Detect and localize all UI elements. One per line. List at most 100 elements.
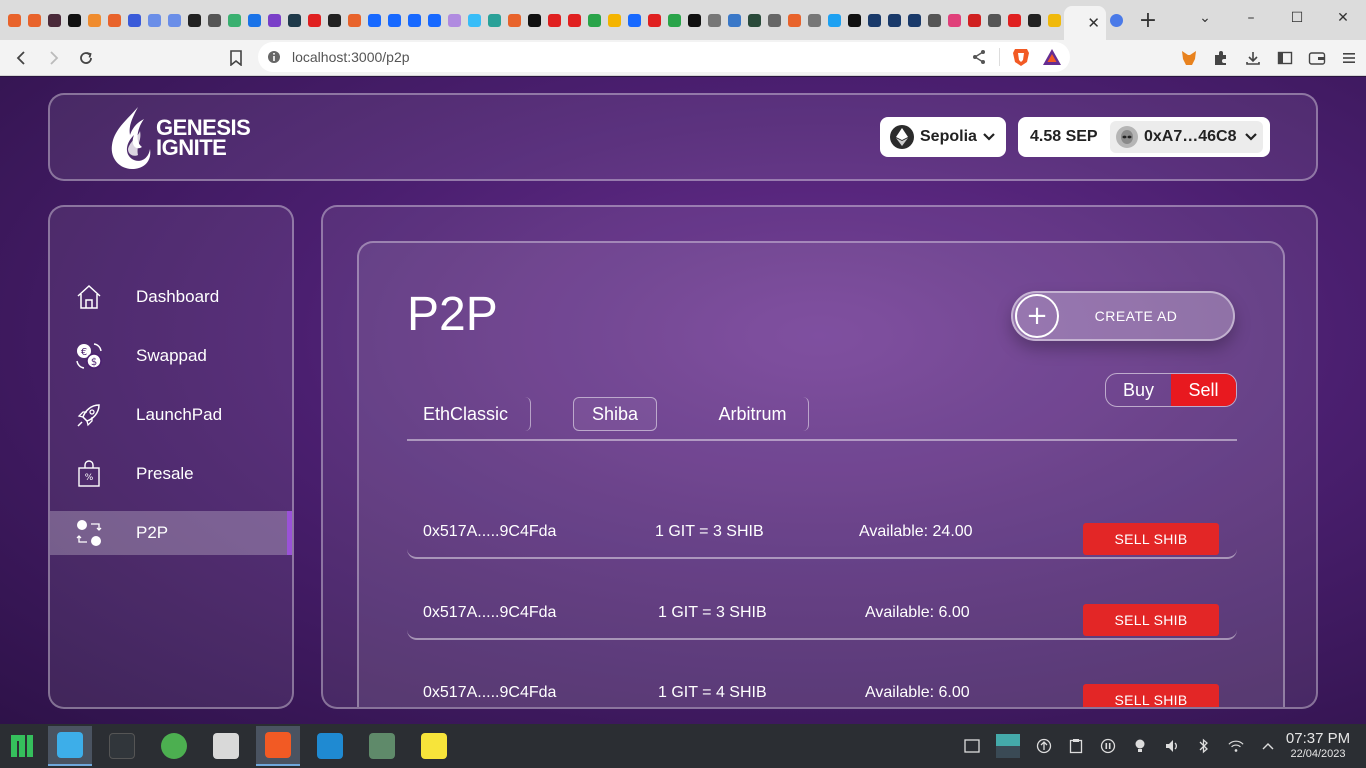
share-icon[interactable] [971, 49, 987, 65]
close-tab-icon[interactable]: ✕ [1087, 14, 1100, 32]
browser-tab[interactable] [904, 0, 924, 40]
browser-tab[interactable] [324, 0, 344, 40]
taskbar-vscode-icon[interactable] [308, 726, 352, 766]
forward-icon[interactable] [38, 42, 70, 74]
browser-tab[interactable] [164, 0, 184, 40]
browser-tab[interactable] [944, 0, 964, 40]
browser-tab[interactable] [924, 0, 944, 40]
sell-shib-button[interactable]: SELL SHIB [1083, 523, 1219, 555]
browser-tab[interactable] [524, 0, 544, 40]
browser-tab[interactable] [304, 0, 324, 40]
metamask-icon[interactable] [1180, 49, 1198, 67]
tab-search-icon[interactable]: ⌄ [1182, 10, 1228, 26]
browser-tab[interactable] [4, 0, 24, 40]
brave-shields-icon[interactable] [1012, 47, 1030, 67]
browser-tab[interactable] [1106, 0, 1126, 40]
minimize-icon[interactable]: – [1228, 10, 1274, 26]
extensions-puzzle-icon[interactable] [1212, 49, 1230, 67]
sidebar-item-launchpad[interactable]: LaunchPad [50, 393, 292, 437]
browser-tab[interactable] [824, 0, 844, 40]
browser-tab[interactable] [364, 0, 384, 40]
workspace-pager-icon[interactable] [996, 734, 1020, 758]
browser-tab[interactable] [1004, 0, 1024, 40]
browser-tab[interactable] [144, 0, 164, 40]
network-selector[interactable]: Sepolia [880, 117, 1006, 157]
wifi-icon[interactable] [1228, 738, 1244, 754]
updates-icon[interactable] [1036, 738, 1052, 754]
genesis-ignite-logo[interactable]: GENESIS IGNITE [108, 105, 251, 171]
account-chip[interactable]: 0xA7…46C8 [1110, 121, 1263, 153]
browser-tab[interactable] [284, 0, 304, 40]
browser-tab[interactable] [264, 0, 284, 40]
taskbar-system-monitor-icon[interactable] [360, 726, 404, 766]
night-light-icon[interactable] [1132, 738, 1148, 754]
browser-tab[interactable] [684, 0, 704, 40]
tab-shiba[interactable]: Shiba [573, 397, 657, 431]
browser-tab[interactable] [344, 0, 364, 40]
browser-tab[interactable] [724, 0, 744, 40]
wallet-icon[interactable] [1308, 49, 1326, 67]
browser-tab[interactable] [24, 0, 44, 40]
wallet-connect-button[interactable]: 4.58 SEP 0xA7…46C8 [1018, 117, 1270, 157]
browser-tab[interactable] [624, 0, 644, 40]
sidebar-item-swappad[interactable]: € $ Swappad [50, 334, 292, 378]
browser-tab[interactable] [384, 0, 404, 40]
browser-tab[interactable] [424, 0, 444, 40]
sell-shib-button[interactable]: SELL SHIB [1083, 684, 1219, 707]
browser-tab[interactable] [404, 0, 424, 40]
bookmark-icon[interactable] [220, 42, 252, 74]
new-tab-button[interactable]: + [1126, 0, 1170, 40]
browser-tab[interactable] [864, 0, 884, 40]
browser-tab[interactable] [224, 0, 244, 40]
taskbar-xampp-icon[interactable] [204, 726, 248, 766]
browser-tab[interactable] [44, 0, 64, 40]
volume-icon[interactable] [1164, 738, 1180, 754]
taskbar-downloader-icon[interactable] [152, 726, 196, 766]
browser-tab[interactable] [884, 0, 904, 40]
browser-tab[interactable] [184, 0, 204, 40]
browser-tab[interactable] [244, 0, 264, 40]
taskbar-notes-icon[interactable] [412, 726, 456, 766]
tray-expand-icon[interactable] [1260, 738, 1276, 754]
brave-rewards-icon[interactable] [1042, 48, 1062, 66]
browser-tab[interactable] [544, 0, 564, 40]
browser-tab[interactable] [104, 0, 124, 40]
browser-tab[interactable] [804, 0, 824, 40]
browser-tab[interactable] [644, 0, 664, 40]
browser-tab[interactable] [604, 0, 624, 40]
tab-arbitrum[interactable]: Arbitrum [697, 397, 809, 431]
menu-icon[interactable] [1340, 49, 1358, 67]
browser-tab[interactable] [504, 0, 524, 40]
clipboard-icon[interactable] [1068, 738, 1084, 754]
browser-tab[interactable] [764, 0, 784, 40]
reload-icon[interactable] [70, 42, 102, 74]
taskbar-file-manager-icon[interactable] [48, 726, 92, 766]
address-bar[interactable]: localhost:3000/p2p [258, 42, 1070, 72]
browser-tab[interactable] [84, 0, 104, 40]
browser-tab[interactable] [1044, 0, 1064, 40]
sidebar-item-presale[interactable]: % Presale [50, 452, 292, 496]
browser-tab[interactable] [964, 0, 984, 40]
sidebar-toggle-icon[interactable] [1276, 49, 1294, 67]
app-launcher-icon[interactable] [0, 726, 44, 766]
sell-shib-button[interactable]: SELL SHIB [1083, 604, 1219, 636]
media-pause-icon[interactable] [1100, 738, 1116, 754]
bluetooth-icon[interactable] [1196, 738, 1212, 754]
browser-tab[interactable] [204, 0, 224, 40]
taskbar-terminal-icon[interactable] [100, 726, 144, 766]
browser-tab[interactable] [784, 0, 804, 40]
create-ad-button[interactable]: + CREATE AD [1011, 291, 1235, 341]
browser-tab[interactable] [844, 0, 864, 40]
close-window-icon[interactable]: ✕ [1320, 10, 1366, 26]
browser-tab[interactable] [484, 0, 504, 40]
maximize-icon[interactable]: ☐ [1274, 10, 1320, 26]
sidebar-item-dashboard[interactable]: Dashboard [50, 275, 292, 319]
download-icon[interactable] [1244, 49, 1262, 67]
taskbar-clock[interactable]: 07:37 PM 22/04/2023 [1278, 730, 1358, 761]
back-icon[interactable] [6, 42, 38, 74]
sidebar-item-p2p[interactable]: P2P [50, 511, 292, 555]
browser-tab[interactable] [124, 0, 144, 40]
browser-tab[interactable] [984, 0, 1004, 40]
show-desktop-icon[interactable] [964, 738, 980, 754]
browser-tab[interactable] [564, 0, 584, 40]
